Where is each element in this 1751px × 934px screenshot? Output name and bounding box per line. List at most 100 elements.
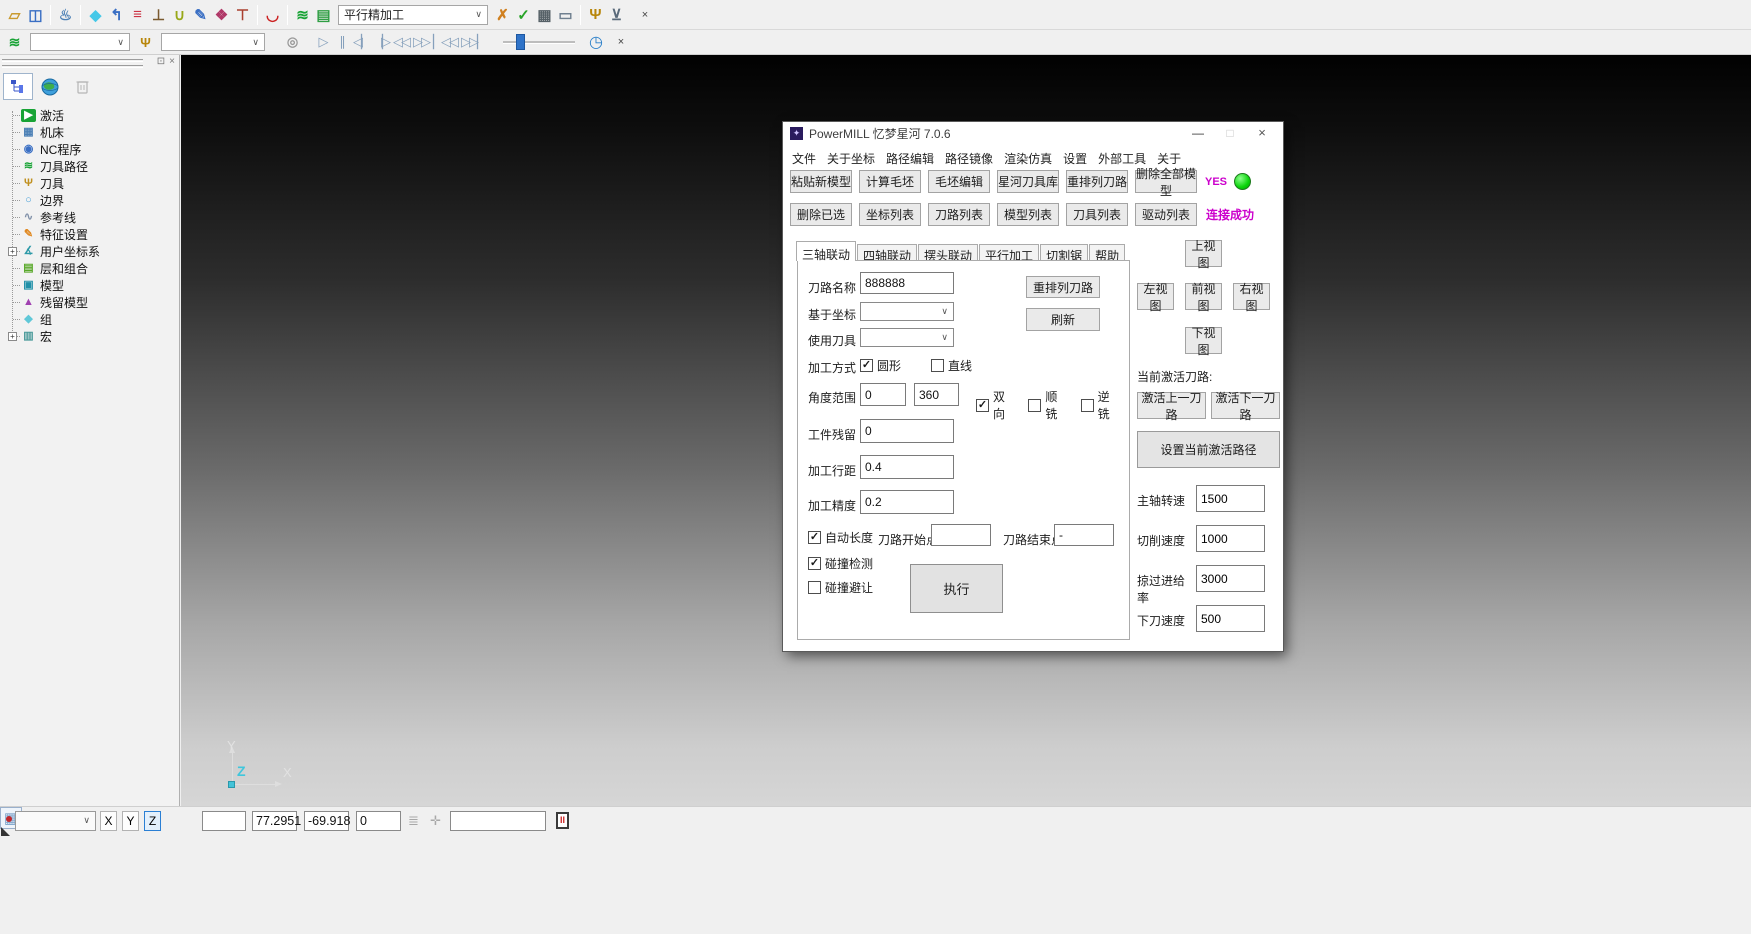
status-combo[interactable] [15, 811, 96, 831]
status-field-empty-2[interactable] [450, 811, 546, 831]
view-front-button[interactable]: 前视图 [1185, 283, 1222, 310]
separator[interactable] [580, 5, 581, 25]
action-button[interactable]: 计算毛坯 [859, 170, 921, 193]
checkbox-icon[interactable] [860, 359, 873, 372]
tree-item[interactable]: ✎ 特征设置 [0, 226, 179, 243]
view-top-button[interactable]: 上视图 [1185, 240, 1222, 267]
action-button[interactable]: 粘贴新模型 [790, 170, 852, 193]
menu-item[interactable]: 渲染仿真 [999, 148, 1057, 169]
tree-item[interactable]: ∿ 参考线 [0, 209, 179, 226]
toolpath-delete-icon[interactable]: ✗ [492, 4, 513, 26]
feature-arrow-icon[interactable]: ↰ [106, 4, 127, 26]
separator[interactable] [50, 5, 51, 25]
setup-wrench-icon[interactable]: ⊻ [606, 4, 627, 26]
action-button[interactable]: 模型列表 [997, 203, 1059, 226]
draft-pencil-icon[interactable]: ✎ [190, 4, 211, 26]
tool-edit-icon[interactable]: ⊤ [232, 4, 253, 26]
milling-direction-option[interactable]: 双向 [976, 388, 1015, 422]
activate-previous-button[interactable]: 激活上一刀路 [1137, 392, 1206, 419]
block-icon[interactable]: ◆ [85, 4, 106, 26]
tool-combo[interactable] [860, 328, 954, 347]
tool-holder-icon[interactable]: ⊥ [148, 4, 169, 26]
play-icon[interactable]: ▷ [313, 32, 332, 52]
checkbox-icon[interactable] [808, 557, 821, 570]
tools-pair-icon[interactable]: Ψ [585, 4, 606, 26]
tree-item[interactable]: ▤ 层和组合 [0, 260, 179, 277]
measure-icon[interactable]: ▭ [555, 4, 576, 26]
checkbox-icon[interactable] [808, 531, 821, 544]
toolpath-select-combo[interactable] [30, 33, 130, 51]
coordinate-field[interactable]: 0 [356, 811, 401, 831]
tree-item[interactable]: ◆ 组 [0, 311, 179, 328]
angle-to-input[interactable] [914, 383, 959, 406]
axis-lock-button[interactable]: Z [144, 811, 161, 831]
checkbox-icon[interactable] [808, 581, 821, 594]
tree-item[interactable]: ◉ NC程序 [0, 141, 179, 158]
dialog-tab[interactable]: 切割锯 [1040, 244, 1088, 261]
dialog-tab[interactable]: 摆头联动 [918, 244, 978, 261]
pause-icon[interactable]: ∥ [332, 32, 351, 52]
angle-from-input[interactable] [860, 383, 906, 406]
tree-item[interactable]: + ▥ 宏 [0, 328, 179, 345]
action-button[interactable]: 毛坯编辑 [928, 170, 990, 193]
light-bulb-icon[interactable]: ◎ [282, 31, 303, 53]
checkbox-icon[interactable] [1028, 399, 1041, 412]
z-levels-icon[interactable]: ≡ [127, 4, 148, 26]
slider-handle[interactable] [516, 34, 525, 50]
simulation-speed-slider[interactable] [503, 34, 575, 50]
pattern-points-icon[interactable]: ❖ [211, 4, 232, 26]
go-to-end-icon[interactable]: ▷▷▏ [459, 32, 487, 52]
action-button[interactable]: 驱动列表 [1135, 203, 1197, 226]
menu-item[interactable]: 路径镜像 [940, 148, 998, 169]
xyz-list-icon[interactable]: ≣ [408, 813, 419, 829]
rewind-icon[interactable]: ◁◁ [391, 32, 411, 52]
checkbox-icon[interactable] [976, 399, 989, 412]
action-button[interactable]: 删除已选 [790, 203, 852, 226]
fast-forward-icon[interactable]: ▷▷ [411, 32, 431, 52]
execute-button[interactable]: 执行 [910, 564, 1003, 613]
method-option[interactable]: 圆形 [860, 357, 901, 374]
close-button[interactable]: × [1247, 122, 1277, 144]
toolpath-name-input[interactable] [860, 272, 954, 294]
panel-close-icon[interactable]: × [169, 56, 175, 67]
start-point-input[interactable] [931, 524, 991, 546]
action-button[interactable]: 删除全部模型 [1135, 170, 1197, 193]
clock-icon[interactable]: ◷ [589, 32, 603, 52]
collision-check-checkbox[interactable]: 碰撞检测 [808, 555, 873, 572]
dialog-tab[interactable]: 帮助 [1089, 244, 1125, 261]
view-left-button[interactable]: 左视图 [1137, 283, 1174, 310]
simulation-toolbar-close-button[interactable]: × [613, 34, 629, 50]
toolbar-close-button[interactable]: × [637, 7, 653, 23]
tree-item[interactable]: ▣ 模型 [0, 277, 179, 294]
tab-model-tree[interactable] [3, 73, 33, 100]
calculator-icon[interactable]: ▦ [534, 4, 555, 26]
print-icon[interactable]: ♨ [55, 4, 76, 26]
action-button[interactable]: 坐标列表 [859, 203, 921, 226]
method-option[interactable]: 直线 [931, 357, 972, 374]
refresh-button[interactable]: 刷新 [1026, 308, 1100, 331]
menu-item[interactable]: 文件 [787, 148, 821, 169]
milling-direction-option[interactable]: 逆铣 [1081, 388, 1120, 422]
view-right-button[interactable]: 右视图 [1233, 283, 1270, 310]
go-to-start-icon[interactable]: ▏◁◁ [431, 32, 459, 52]
strategy-list-icon[interactable]: ▤ [313, 4, 334, 26]
open-icon[interactable]: ▱ [4, 4, 25, 26]
document-pause-icon[interactable]: II [556, 812, 569, 829]
tree-item[interactable]: ▲ 残留模型 [0, 294, 179, 311]
param-input[interactable] [1196, 605, 1265, 632]
status-field-empty[interactable] [202, 811, 246, 831]
rearrange-toolpaths-button[interactable]: 重排列刀路 [1026, 276, 1100, 298]
toolbar-grip[interactable] [2, 59, 143, 62]
collision-avoid-checkbox[interactable]: 碰撞避让 [808, 579, 873, 596]
separator[interactable] [287, 5, 288, 25]
coordinate-combo[interactable] [860, 302, 954, 321]
param-input[interactable] [1196, 565, 1265, 592]
menu-item[interactable]: 关于坐标 [822, 148, 880, 169]
save-icon[interactable]: ◫ [25, 4, 46, 26]
checkbox-icon[interactable] [1081, 399, 1094, 412]
action-button[interactable]: 星河刀具库 [997, 170, 1059, 193]
coordinate-field[interactable]: -69.918 [304, 811, 349, 831]
separator[interactable] [257, 5, 258, 25]
minimize-button[interactable]: — [1183, 122, 1213, 144]
toolbar-grip[interactable] [2, 65, 143, 68]
